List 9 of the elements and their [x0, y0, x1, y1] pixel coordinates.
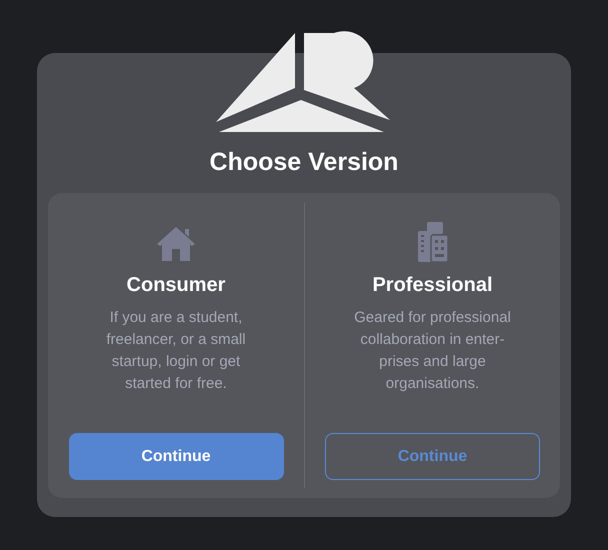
option-description: Geared for professional collaboration in enter- prises and large organisations.	[354, 308, 511, 394]
continue-button[interactable]: Continue	[68, 433, 284, 480]
option-title: Consumer	[126, 273, 226, 297]
continue-button[interactable]: Continue	[325, 433, 540, 480]
option-title: Professional	[372, 273, 493, 297]
house-icon	[155, 225, 197, 263]
buildings-icon	[416, 221, 448, 263]
dialog-title: Choose Version	[210, 147, 398, 177]
option-description: If you are a student, freelancer, or a small startup, login or get started for free.	[106, 308, 246, 394]
